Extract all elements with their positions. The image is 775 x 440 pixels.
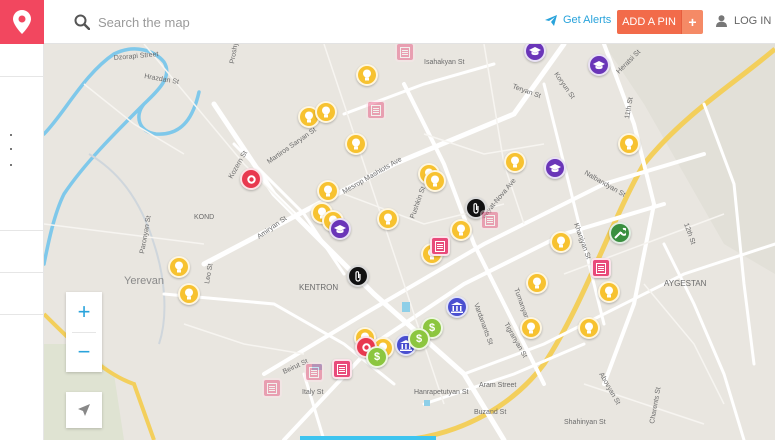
money-pin[interactable]: $ <box>408 328 430 350</box>
zoom-controls: + − <box>66 292 102 372</box>
app-root: Dzorapi Street Hrazdan St Proshyan St Is… <box>0 0 775 440</box>
svg-text:Yerevan: Yerevan <box>124 275 164 287</box>
add-pin-button[interactable]: ADD A PIN + <box>617 10 703 34</box>
logo-pin-icon[interactable] <box>0 0 44 44</box>
login-link[interactable]: LOG IN <box>716 15 771 27</box>
bank-pin[interactable] <box>446 296 468 318</box>
locate-button[interactable] <box>66 392 102 428</box>
document-pin[interactable] <box>430 236 450 256</box>
document-pin[interactable] <box>591 258 611 278</box>
svg-text:Aram Street: Aram Street <box>479 382 516 389</box>
zoom-in-button[interactable]: + <box>66 292 102 332</box>
document-pin[interactable] <box>304 362 324 382</box>
svg-text:Buzand St: Buzand St <box>474 409 506 416</box>
get-alerts-link[interactable]: Get Alerts <box>545 14 611 26</box>
lightbulb-pin[interactable] <box>178 283 200 305</box>
wrench-pin[interactable] <box>609 222 631 244</box>
paperclip-pin[interactable] <box>347 265 369 287</box>
top-bar: Get Alerts ADD A PIN + LOG IN <box>0 0 775 44</box>
lightbulb-pin[interactable] <box>450 219 472 241</box>
lightbulb-pin[interactable] <box>356 64 378 86</box>
login-label: LOG IN <box>734 15 772 27</box>
lightbulb-pin[interactable] <box>504 151 526 173</box>
lightbulb-pin[interactable] <box>168 256 190 278</box>
svg-text:KENTRON: KENTRON <box>299 283 338 292</box>
get-alerts-label: Get Alerts <box>563 14 612 26</box>
svg-text:Italy St: Italy St <box>302 389 323 396</box>
locate-arrow-icon <box>78 404 90 416</box>
svg-text:Isahakyan St: Isahakyan St <box>424 59 465 66</box>
document-pin[interactable] <box>366 100 386 120</box>
lightbulb-pin[interactable] <box>345 133 367 155</box>
gear-pin[interactable] <box>240 168 262 190</box>
lightbulb-pin[interactable] <box>520 317 542 339</box>
lightbulb-pin[interactable] <box>377 208 399 230</box>
telegram-icon <box>545 14 557 26</box>
lightbulb-pin[interactable] <box>315 101 337 123</box>
document-pin[interactable] <box>262 378 282 398</box>
bottom-accent-bar <box>300 436 436 440</box>
add-pin-label[interactable]: ADD A PIN <box>617 10 681 34</box>
add-pin-plus-button[interactable]: + <box>681 10 703 34</box>
lightbulb-pin[interactable] <box>578 317 600 339</box>
lightbulb-pin[interactable] <box>526 272 548 294</box>
svg-text:Shahinyan St: Shahinyan St <box>564 419 606 426</box>
svg-text:AYGESTAN: AYGESTAN <box>664 279 707 288</box>
graduation-cap-pin[interactable] <box>544 157 566 179</box>
left-panel <box>0 44 44 440</box>
money-pin[interactable]: $ <box>366 346 388 368</box>
graduation-cap-pin[interactable] <box>329 218 351 240</box>
svg-text:KOND: KOND <box>194 214 214 221</box>
user-icon <box>716 15 727 27</box>
map-canvas[interactable]: Dzorapi Street Hrazdan St Proshyan St Is… <box>44 44 775 440</box>
search-icon <box>74 14 90 30</box>
document-pin[interactable] <box>395 42 415 62</box>
graduation-cap-pin[interactable] <box>588 54 610 76</box>
document-pin[interactable] <box>480 210 500 230</box>
document-pin[interactable] <box>332 359 352 379</box>
lightbulb-pin[interactable] <box>317 180 339 202</box>
svg-text:Hanrapetutyan St: Hanrapetutyan St <box>414 389 469 396</box>
lightbulb-pin[interactable] <box>424 170 446 192</box>
lightbulb-pin[interactable] <box>550 231 572 253</box>
zoom-out-button[interactable]: − <box>66 332 102 372</box>
lightbulb-pin[interactable] <box>598 281 620 303</box>
lightbulb-pin[interactable] <box>618 133 640 155</box>
search-input[interactable] <box>98 11 398 33</box>
